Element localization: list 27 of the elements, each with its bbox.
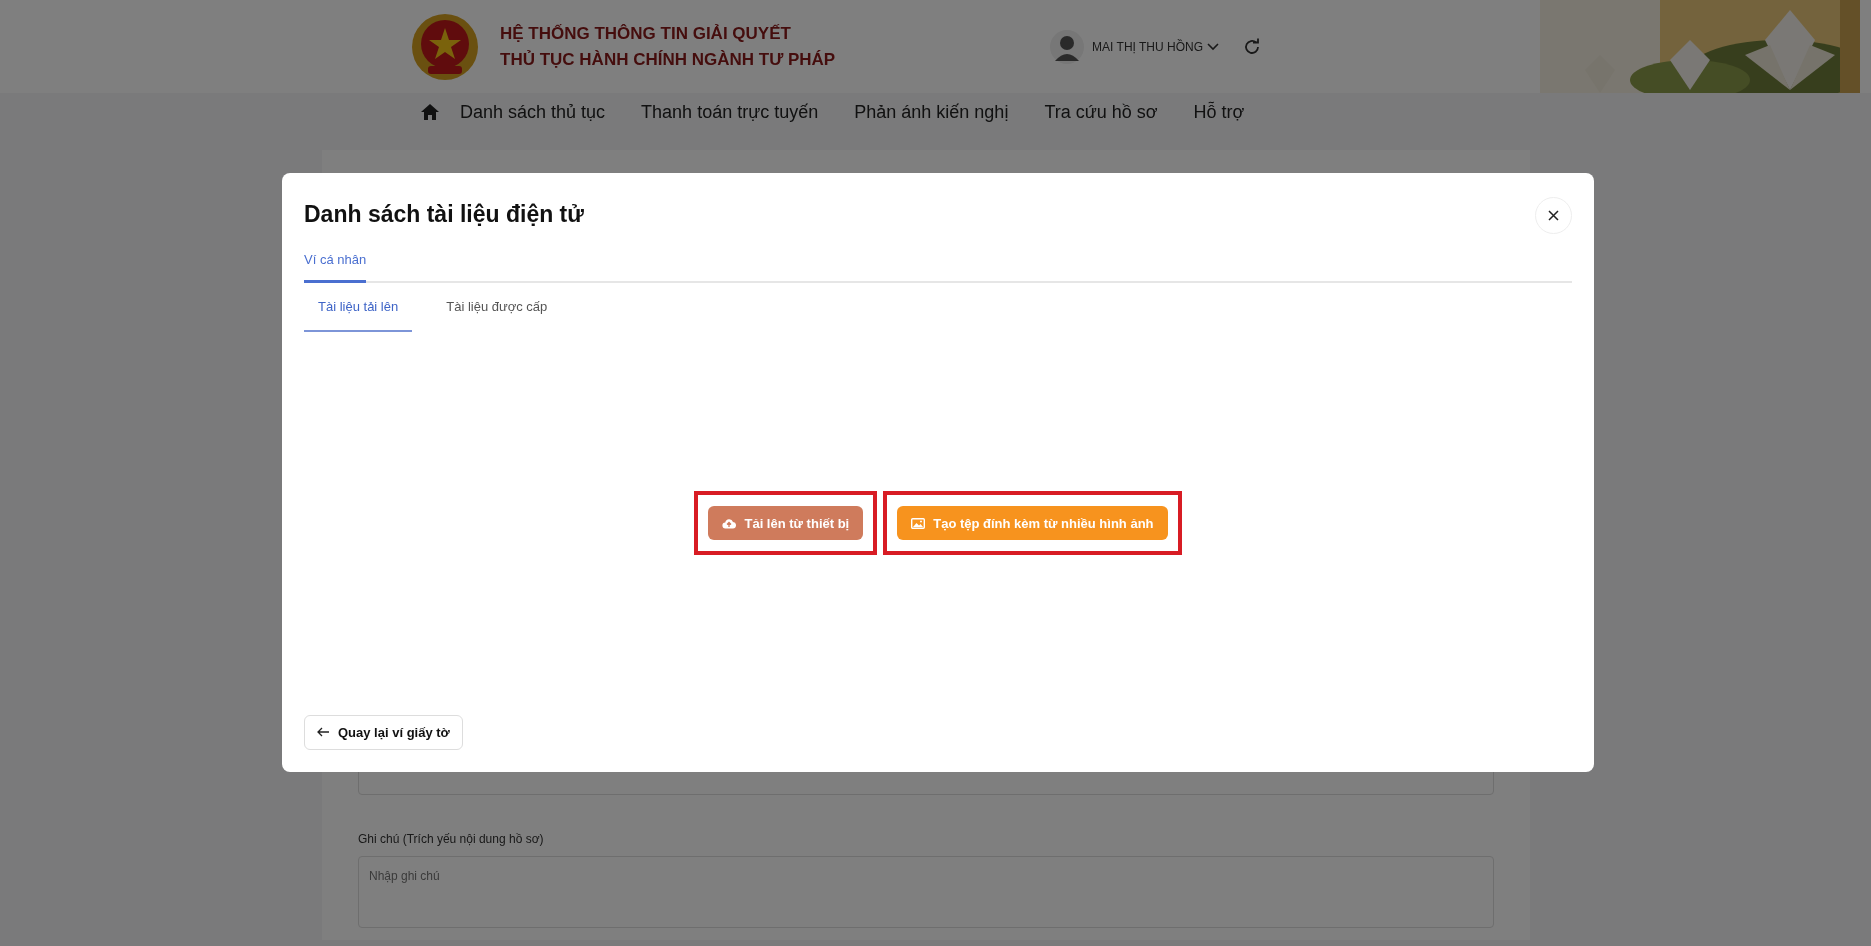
home-icon[interactable] — [420, 103, 440, 121]
nav-link[interactable]: Tra cứu hồ sơ — [1044, 98, 1158, 126]
note-field[interactable]: Nhập ghi chú — [358, 856, 1494, 928]
upload-button[interactable]: Tải lên từ thiết bị — [708, 506, 864, 541]
user-menu[interactable]: MAI THỊ THU HỒNG — [1092, 37, 1219, 56]
dialog-title: Danh sách tài liệu điện tử — [304, 201, 584, 229]
site-title: THỦ TỤC HÀNH CHÍNH NGÀNH TƯ PHÁP — [500, 48, 836, 71]
refresh-icon[interactable] — [1243, 37, 1261, 56]
avatar-icon — [1050, 29, 1085, 64]
tab[interactable]: Tài liệu được cấp — [432, 286, 562, 332]
nav-link[interactable]: Thanh toán trực tuyến — [641, 98, 819, 126]
close-icon — [1548, 210, 1559, 221]
emblem-icon — [410, 11, 480, 82]
cloud-upload-icon — [722, 517, 737, 529]
back-button[interactable]: Quay lại ví giấy tờ — [304, 714, 463, 750]
field-label: Ghi chú (Trích yếu nội dung hồ sơ) — [358, 831, 545, 848]
image-icon — [911, 517, 926, 529]
nav-link[interactable]: Phản ánh kiến nghị — [854, 98, 1009, 126]
arrow-left-icon — [317, 727, 330, 738]
nav-link[interactable]: Danh sách thủ tục — [460, 98, 606, 126]
nav-link[interactable]: Hỗ trợ — [1193, 98, 1245, 126]
tab[interactable]: Ví cá nhân — [304, 244, 367, 283]
tab[interactable]: Tài liệu tải lên — [304, 286, 413, 332]
close-button[interactable] — [1535, 197, 1572, 234]
site-title: HỆ THỐNG THÔNG TIN GIẢI QUYẾT — [500, 22, 792, 45]
chevron-down-icon — [1207, 42, 1219, 51]
create-attachment-button[interactable]: Tạo tệp đính kèm từ nhiều hình ảnh — [897, 506, 1168, 541]
